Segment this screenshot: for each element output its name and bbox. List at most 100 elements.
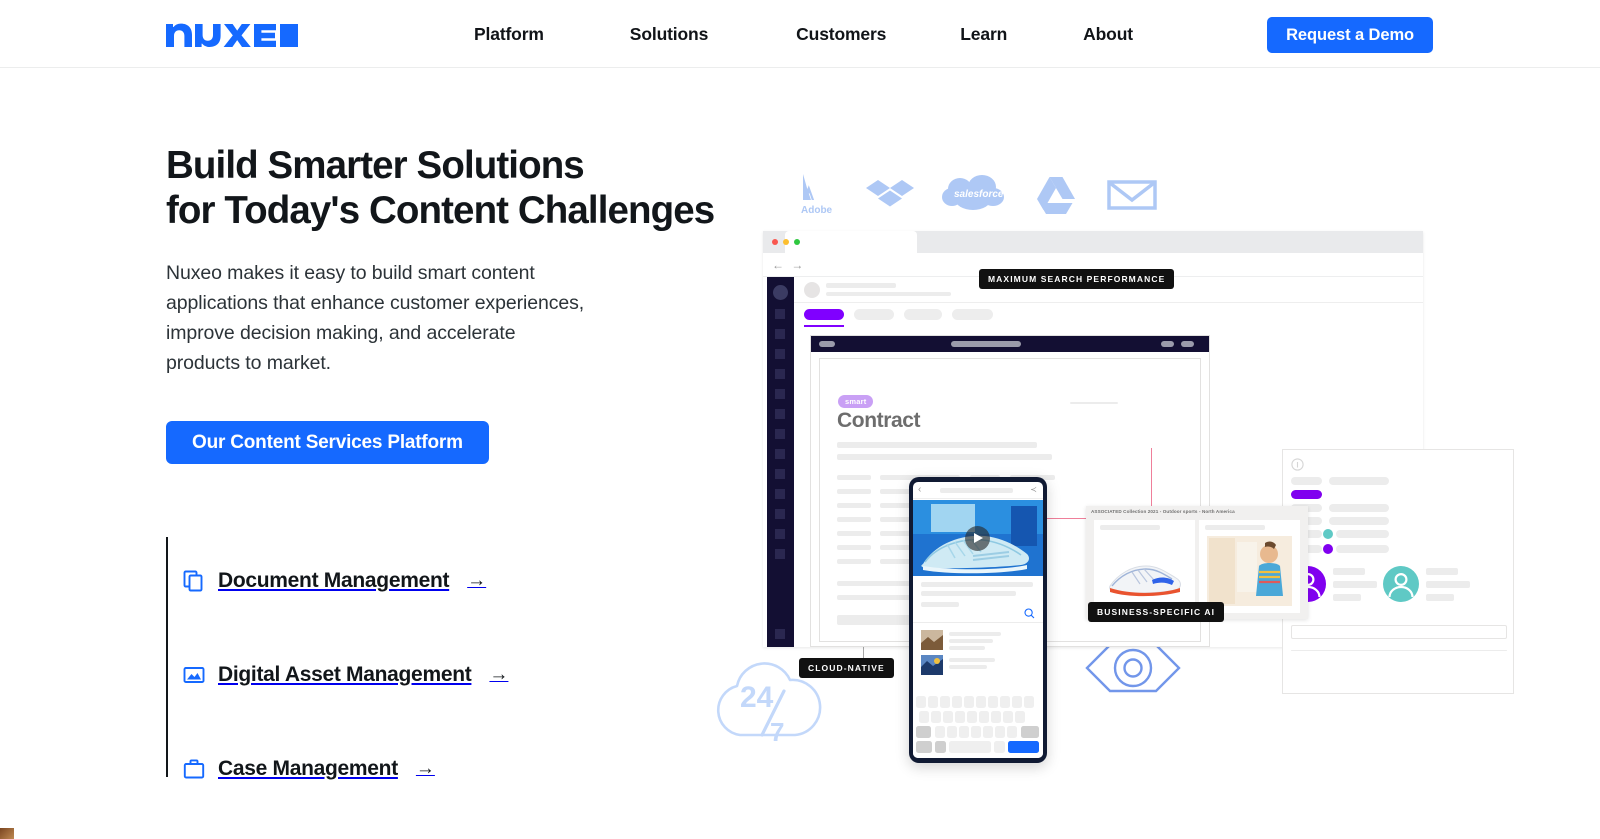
keyboard-emoji-key[interactable] <box>935 741 946 753</box>
keyboard-key[interactable] <box>983 726 993 738</box>
phone-keyboard <box>913 688 1043 758</box>
nav-item-about[interactable]: About <box>1083 24 1133 45</box>
placeholder-text <box>949 646 985 650</box>
keyboard-key[interactable] <box>952 696 962 708</box>
svg-text:salesforce: salesforce <box>954 189 1004 200</box>
tab-active[interactable] <box>804 309 844 320</box>
keyboard-key[interactable] <box>991 711 1001 723</box>
sidebar-item[interactable] <box>775 409 785 419</box>
keyboard-key[interactable] <box>959 726 969 738</box>
sidebar-item[interactable] <box>775 369 785 379</box>
field-value <box>1329 517 1389 525</box>
placeholder-text <box>949 639 993 643</box>
keyboard-key[interactable] <box>988 696 998 708</box>
sidebar-item[interactable] <box>775 309 785 319</box>
app-tabs <box>804 309 993 320</box>
keyboard-key[interactable] <box>955 711 965 723</box>
keyboard-key[interactable] <box>935 726 945 738</box>
close-icon[interactable] <box>772 239 778 245</box>
avatar <box>773 285 788 300</box>
keyboard-key[interactable] <box>967 711 977 723</box>
minimize-icon[interactable] <box>783 239 789 245</box>
keyboard-key[interactable] <box>1015 711 1025 723</box>
product-card[interactable] <box>1199 520 1300 613</box>
search-icon[interactable] <box>1024 608 1035 619</box>
keyboard-key[interactable] <box>994 741 1005 753</box>
placeholder-text <box>1205 525 1265 530</box>
sidebar-item[interactable] <box>775 509 785 519</box>
toolbar-control[interactable] <box>1161 341 1174 347</box>
keyboard-key[interactable] <box>1007 726 1017 738</box>
keyboard-key[interactable] <box>1024 696 1034 708</box>
tab[interactable] <box>952 309 993 320</box>
search-input[interactable] <box>1291 625 1507 639</box>
placeholder-text <box>949 665 987 669</box>
result-thumbnail[interactable] <box>921 655 943 675</box>
nav-item-platform[interactable]: Platform <box>474 24 544 45</box>
nav-item-learn[interactable]: Learn <box>960 24 1007 45</box>
field-value <box>1329 477 1389 485</box>
hero-content: Build Smarter Solutions for Today's Cont… <box>166 143 726 464</box>
keyboard-key[interactable] <box>971 726 981 738</box>
browser-tab[interactable] <box>785 231 917 253</box>
sidebar-item[interactable] <box>775 449 785 459</box>
sidebar-item[interactable] <box>775 349 785 359</box>
keyboard-numbers-key[interactable] <box>916 741 932 753</box>
keyboard-key[interactable] <box>919 711 929 723</box>
keyboard-shift-key[interactable] <box>916 726 931 738</box>
keyboard-return-key[interactable] <box>1008 741 1039 753</box>
sidebar-item[interactable] <box>775 389 785 399</box>
product-card[interactable] <box>1094 520 1195 613</box>
feature-link-case-management[interactable]: Case Management → <box>182 729 508 809</box>
placeholder-text <box>921 582 1033 587</box>
placeholder-text <box>1333 568 1365 575</box>
keyboard-backspace-key[interactable] <box>1021 726 1039 738</box>
keyboard-key[interactable] <box>931 711 941 723</box>
placeholder-text <box>921 602 959 607</box>
request-a-demo-button[interactable]: Request a Demo <box>1267 17 1433 53</box>
share-icon[interactable]: ≺ <box>1030 485 1037 494</box>
landing-page: Platform Solutions Customers Learn About… <box>0 0 1600 839</box>
nav-item-solutions[interactable]: Solutions <box>630 24 709 45</box>
main-navigation: Platform Solutions Customers Learn About <box>474 0 1133 68</box>
toolbar-control[interactable] <box>1181 341 1194 347</box>
maximize-icon[interactable] <box>794 239 800 245</box>
keyboard-space-key[interactable] <box>949 741 991 753</box>
keyboard-key[interactable] <box>940 696 950 708</box>
keyboard-key[interactable] <box>947 726 957 738</box>
keyboard-key[interactable] <box>943 711 953 723</box>
nav-item-customers[interactable]: Customers <box>796 24 886 45</box>
sidebar-item[interactable] <box>775 489 785 499</box>
keyboard-key[interactable] <box>916 696 926 708</box>
nuxeo-logo[interactable] <box>166 17 298 47</box>
back-arrow-icon[interactable]: ‹ <box>918 484 921 495</box>
sneaker-image <box>1102 536 1187 606</box>
keyboard-key[interactable] <box>995 726 1005 738</box>
keyboard-key[interactable] <box>964 696 974 708</box>
result-thumbnail[interactable] <box>921 630 943 650</box>
feature-links: Document Management → Digital Asset Mana… <box>166 537 508 780</box>
play-button[interactable] <box>965 526 990 551</box>
sidebar-item[interactable] <box>775 629 785 639</box>
back-arrow-icon[interactable]: ← <box>772 258 786 272</box>
feature-link-document-management[interactable]: Document Management → <box>182 541 508 621</box>
keyboard-key[interactable] <box>979 711 989 723</box>
feature-link-digital-asset-management[interactable]: Digital Asset Management → <box>182 635 508 715</box>
keyboard-key[interactable] <box>1000 696 1010 708</box>
keyboard-key[interactable] <box>976 696 986 708</box>
keyboard-key[interactable] <box>928 696 938 708</box>
keyboard-key[interactable] <box>1003 711 1013 723</box>
toolbar-search[interactable] <box>951 341 1021 347</box>
forward-arrow-icon[interactable]: → <box>791 258 805 272</box>
content-services-platform-button[interactable]: Our Content Services Platform <box>166 421 489 464</box>
keyboard-key[interactable] <box>1012 696 1022 708</box>
tab[interactable] <box>904 309 942 320</box>
toolbar-control[interactable] <box>819 341 835 347</box>
sidebar-item[interactable] <box>775 329 785 339</box>
sidebar-item[interactable] <box>775 549 785 559</box>
tab[interactable] <box>854 309 894 320</box>
sidebar-item[interactable] <box>775 529 785 539</box>
sidebar-item[interactable] <box>775 469 785 479</box>
sidebar-item[interactable] <box>775 429 785 439</box>
avatar <box>804 282 820 298</box>
